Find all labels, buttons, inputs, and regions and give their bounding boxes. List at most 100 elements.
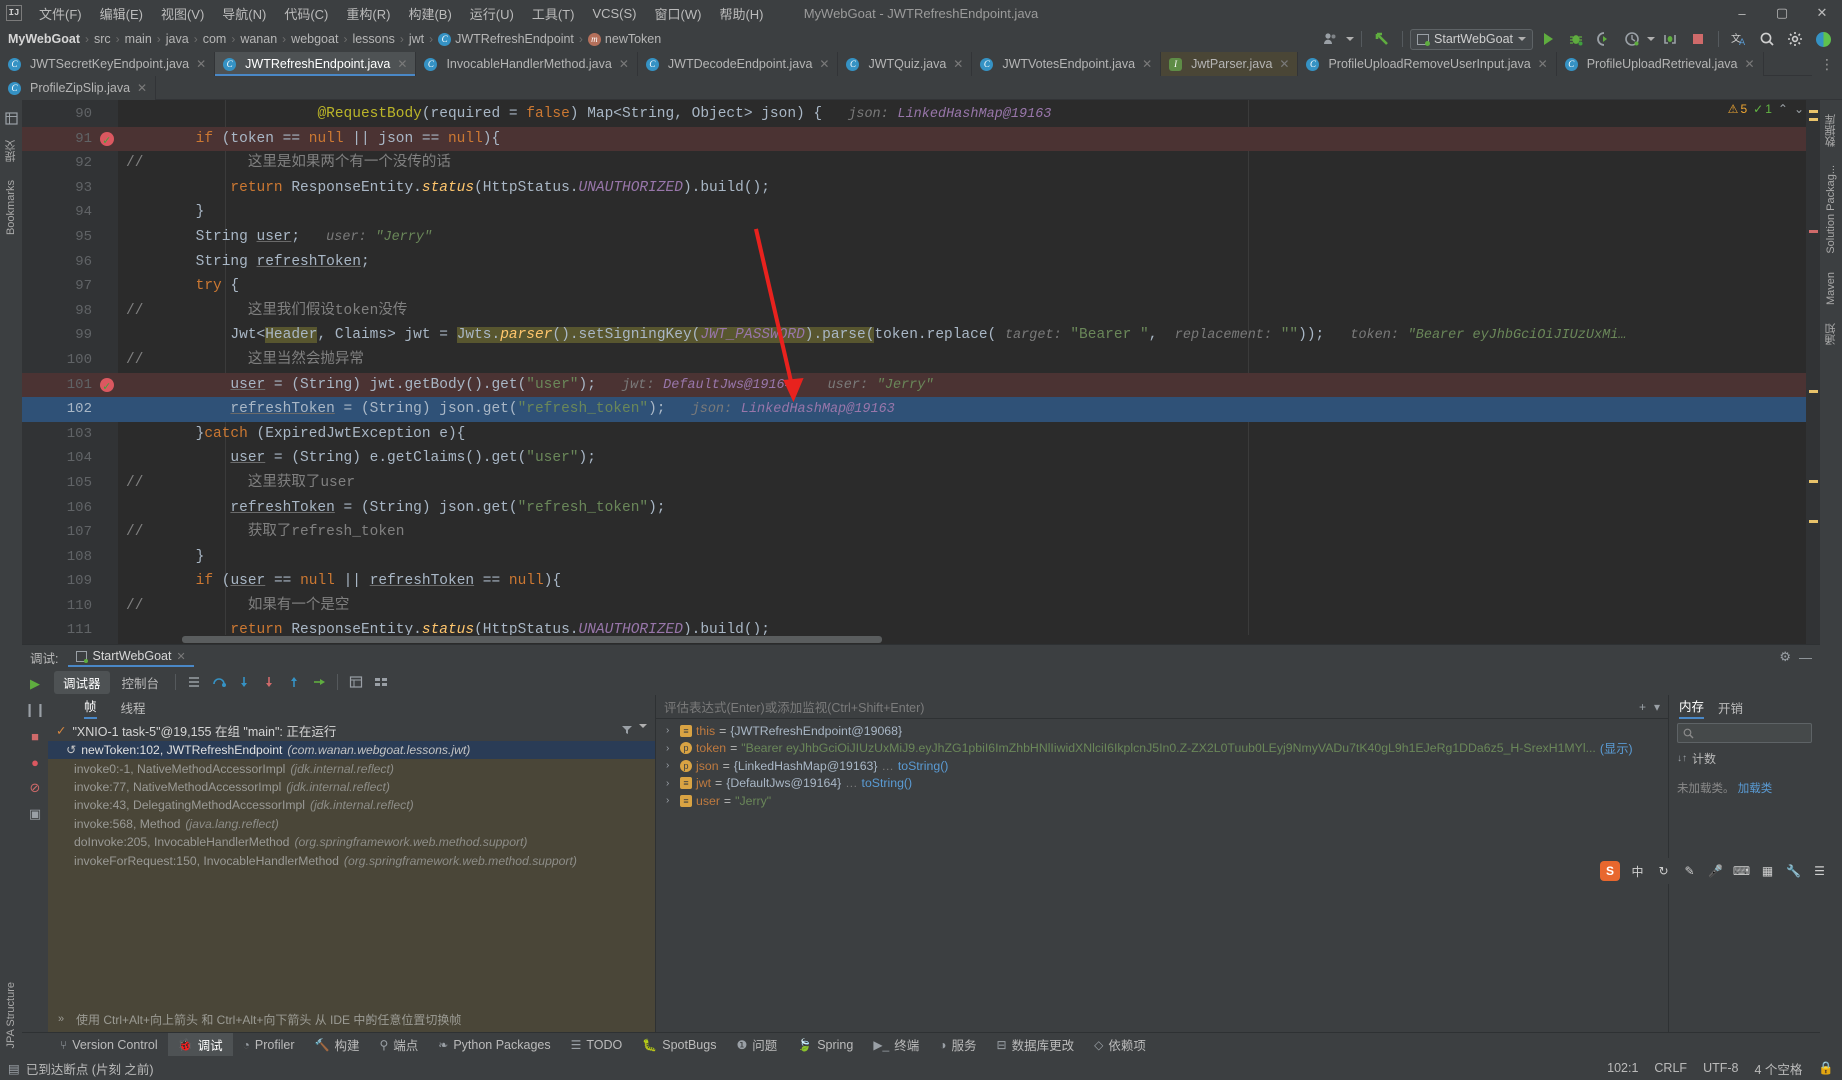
tab-jwtdecodeendpoint[interactable]: C JWTDecodeEndpoint.java ✕	[637, 52, 839, 76]
menu-view[interactable]: 视图(V)	[152, 1, 213, 26]
variables-list[interactable]: › ≡ this = {JWTRefreshEndpoint@19068} › p tok…	[656, 719, 1668, 1023]
tab-overhead[interactable]: 开销	[1718, 698, 1743, 717]
inspection-strip[interactable]	[1806, 100, 1820, 644]
run-button[interactable]	[1535, 28, 1561, 50]
sidebar-item-maven[interactable]: Maven	[1825, 264, 1837, 313]
step-out-icon[interactable]	[283, 672, 305, 692]
code-text-area[interactable]: @RequestBody(required = false) Map<Strin…	[118, 100, 1806, 644]
stop-button[interactable]	[1685, 28, 1711, 50]
menu-help[interactable]: 帮助(H)	[710, 1, 772, 26]
tray-icon[interactable]: 🔧	[1785, 863, 1802, 880]
pause-icon[interactable]: ❙❙	[24, 701, 46, 719]
menu-file[interactable]: 文件(F)	[30, 1, 91, 26]
close-button[interactable]: ✕	[1802, 0, 1842, 26]
tab-profileuploadremoveuserinput[interactable]: C ProfileUploadRemoveUserInput.java ✕	[1298, 52, 1557, 76]
tab-jwtrefreshendpoint[interactable]: C JWTRefreshEndpoint.java ✕	[215, 52, 417, 76]
run-configuration-selector[interactable]: StartWebGoat	[1410, 28, 1533, 50]
toolwindow-button-Spring[interactable]: 🍃 Spring	[787, 1036, 863, 1054]
sidebar-item-bookmarks[interactable]: Bookmarks	[5, 172, 17, 243]
frames-list[interactable]: ↺ newToken:102, JWTRefreshEndpoint (com.…	[48, 741, 655, 1006]
breadcrumb-jwt[interactable]: jwt	[409, 32, 424, 46]
code-line[interactable]: return ResponseEntity.status(HttpStatus.…	[118, 176, 1806, 201]
settings-gear-icon[interactable]	[1782, 28, 1808, 50]
code-line[interactable]: refreshToken = (String) json.get("refres…	[118, 397, 1806, 422]
toolwindow-button-依赖项[interactable]: ◇ 依赖项	[1084, 1033, 1156, 1056]
stack-frame-item[interactable]: invoke:77, NativeMethodAccessorImpl (jdk…	[48, 778, 655, 796]
view-breakpoints-icon[interactable]: ●	[26, 753, 44, 771]
debug-button[interactable]	[1563, 28, 1589, 50]
code-analysis-indicator[interactable]: ⚠ 5 ✓ 1 ⌃ ⌄	[1728, 102, 1804, 116]
breadcrumb-class[interactable]: C JWTRefreshEndpoint	[438, 32, 574, 46]
sidebar-item-solution[interactable]: Solution Packag...	[1825, 157, 1837, 262]
variable-row[interactable]: › ≡ jwt = {DefaultJws@19164} … toString()	[656, 775, 1668, 793]
breadcrumb-java[interactable]: java	[166, 32, 189, 46]
breadcrumb-method[interactable]: m newToken	[587, 32, 661, 46]
close-icon[interactable]: ✕	[1745, 57, 1755, 71]
evaluate-expression-bar[interactable]: 评估表达式(Enter)或添加监视(Ctrl+Shift+Enter) + ▾	[656, 695, 1668, 719]
variable-tostring-link[interactable]: toString()	[898, 759, 949, 773]
step-into-icon[interactable]	[233, 672, 255, 692]
breadcrumb-com[interactable]: com	[203, 32, 227, 46]
breadcrumb-src[interactable]: src	[94, 32, 111, 46]
stop-icon[interactable]: ■	[26, 727, 44, 745]
tab-invocablehandlermethod[interactable]: C InvocableHandlerMethod.java ✕	[416, 52, 638, 76]
toolwindow-button-问题[interactable]: ❶ 问题	[726, 1033, 787, 1056]
breakpoint-icon[interactable]	[100, 375, 114, 399]
stack-frame-item[interactable]: ↺ newToken:102, JWTRefreshEndpoint (com.…	[48, 741, 655, 760]
gutter-line-number[interactable]: 95	[22, 225, 118, 250]
hide-panel-icon[interactable]: —	[1799, 650, 1812, 665]
gutter-line-number[interactable]: 99	[22, 323, 118, 348]
variable-tostring-link[interactable]: toString()	[862, 776, 913, 790]
warnings-count[interactable]: ⚠ 5	[1728, 102, 1747, 116]
close-icon[interactable]: ✕	[1142, 57, 1152, 71]
code-line[interactable]: }catch (ExpiredJwtException e){	[118, 422, 1806, 447]
chevron-down-icon[interactable]: ▾	[1654, 700, 1660, 714]
mute-breakpoints-icon[interactable]: ⊘	[26, 779, 44, 797]
toolwindow-button-TODO[interactable]: ☰ TODO	[561, 1036, 633, 1054]
stack-frame-item[interactable]: invokeForRequest:150, InvocableHandlerMe…	[48, 851, 655, 869]
step-over-icon[interactable]	[208, 672, 230, 692]
variable-row[interactable]: › ≡ this = {JWTRefreshEndpoint@19068}	[656, 722, 1668, 740]
thread-selector[interactable]: ✓ "XNIO-1 task-5"@19,155 在组 "main": 正在运行	[48, 719, 655, 741]
close-icon[interactable]: ✕	[819, 57, 829, 71]
gutter-line-number[interactable]: 101	[22, 372, 118, 399]
variable-row[interactable]: › p json = {LinkedHashMap@19163} … toStrin…	[656, 757, 1668, 775]
code-line[interactable]: refreshToken = (String) json.get("refres…	[118, 496, 1806, 521]
sogou-ime-icon[interactable]: S	[1600, 861, 1620, 881]
file-encoding[interactable]: UTF-8	[1703, 1061, 1738, 1075]
gutter-line-number[interactable]: 108	[22, 545, 118, 570]
tray-icon[interactable]: ✎	[1681, 863, 1698, 880]
close-icon[interactable]: ✕	[1279, 57, 1289, 71]
gutter-line-number[interactable]: 106	[22, 496, 118, 521]
gutter-line-number[interactable]: 96	[22, 250, 118, 275]
ai-assistant-icon[interactable]	[1810, 28, 1836, 50]
gutter-line-number[interactable]: 98	[22, 299, 118, 324]
prev-problem-icon[interactable]: ⌃	[1778, 102, 1788, 116]
toolwindow-button-终端[interactable]: ▶_ 终端	[863, 1033, 929, 1056]
editor-gutter[interactable]: 9091929394959697989910010110210310410510…	[22, 100, 118, 644]
camera-icon[interactable]: ▣	[26, 805, 44, 823]
close-icon[interactable]: ✕	[137, 81, 147, 95]
run-with-coverage-button[interactable]	[1591, 28, 1617, 50]
menu-run[interactable]: 运行(U)	[461, 1, 523, 26]
tray-icon[interactable]: 中	[1629, 863, 1646, 880]
chevron-down-icon[interactable]	[639, 724, 647, 728]
toolwindow-button-SpotBugs[interactable]: 🐛 SpotBugs	[632, 1036, 726, 1054]
stack-frame-item[interactable]: invoke0:-1, NativeMethodAccessorImpl (jd…	[48, 759, 655, 777]
code-editor[interactable]: 9091929394959697989910010110210310410510…	[22, 100, 1820, 644]
code-line[interactable]: // 获取了refresh_token	[118, 520, 1806, 545]
ok-count[interactable]: ✓ 1	[1753, 102, 1772, 116]
toolwindow-button-Version Control[interactable]: ⑂ Version Control	[50, 1036, 168, 1054]
breadcrumb-wanan[interactable]: wanan	[240, 32, 277, 46]
gutter-line-number[interactable]: 97	[22, 274, 118, 299]
code-line[interactable]: Jwt<Header, Claims> jwt = Jwts.parser().…	[118, 323, 1806, 348]
gutter-line-number[interactable]: 107	[22, 520, 118, 545]
code-line[interactable]: // 这里是如果两个有一个没传的话	[118, 151, 1806, 176]
tab-debugger[interactable]: 调试器	[54, 670, 110, 694]
menu-edit[interactable]: 编辑(E)	[91, 1, 152, 26]
gutter-line-number[interactable]: 102	[22, 397, 118, 422]
settings-gear-icon[interactable]: ⚙	[1779, 649, 1791, 665]
toolwindow-button-构建[interactable]: 🔨 构建	[304, 1033, 369, 1056]
gutter-line-number[interactable]: 105	[22, 471, 118, 496]
stack-frame-item[interactable]: invoke:43, DelegatingMethodAccessorImpl …	[48, 796, 655, 814]
